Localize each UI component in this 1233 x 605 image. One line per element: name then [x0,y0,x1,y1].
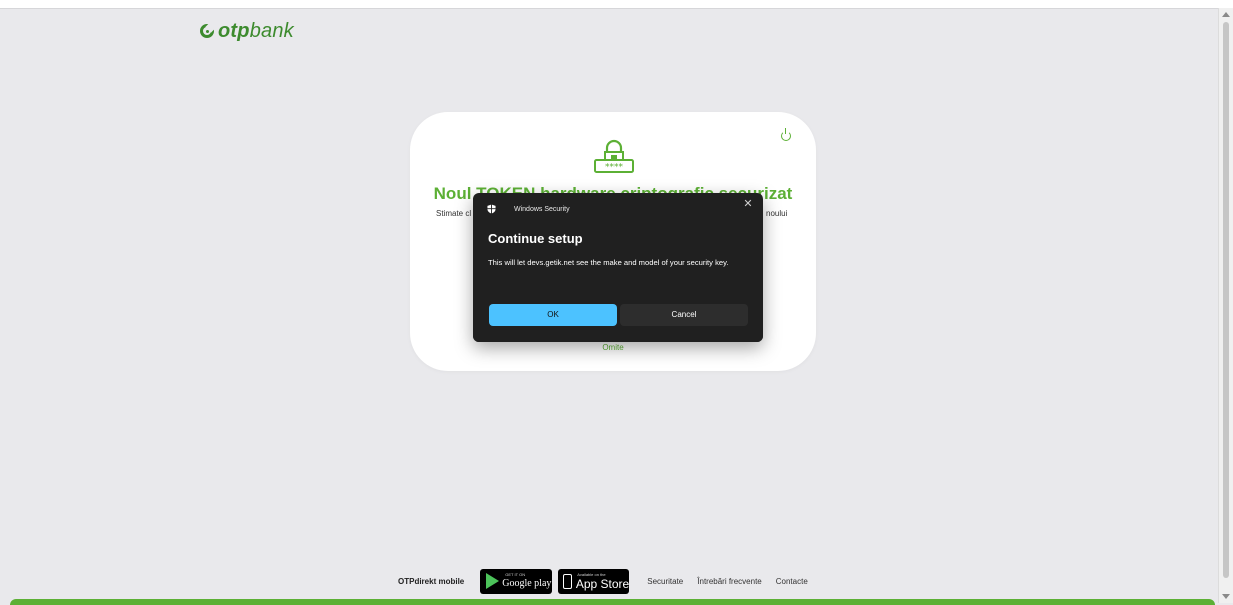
google-play-icon [486,573,500,589]
lock-password-icon: **** [594,139,634,173]
google-play-text: Google play [502,578,552,589]
windows-security-dialog: Windows Security ✕ Continue setup This w… [473,193,763,342]
svg-text:****: **** [605,163,624,173]
footer-link-securitate[interactable]: Securitate [647,577,683,586]
google-play-badge[interactable]: GET IT ON Google play [480,568,553,594]
app-store-small-text: Available on the [577,571,606,577]
logo-text: otpbank [218,19,294,42]
power-icon[interactable] [781,128,791,141]
scroll-down-arrow-icon[interactable] [1222,594,1230,599]
app-store-text: App Store [575,577,630,591]
ok-button[interactable]: OK [489,304,617,326]
page-scrollbar[interactable] [1218,8,1233,603]
dialog-title: Continue setup [488,231,583,246]
dialog-app-name: Windows Security [514,206,570,213]
otp-logo-mark-icon [200,24,214,38]
close-icon[interactable]: ✕ [742,198,754,210]
otpdirekt-mobile-label: OTPdirekt mobile [398,576,465,586]
google-play-small-text: GET IT ON [505,571,526,577]
shield-icon [487,204,496,214]
otpbank-logo[interactable]: otpbank [200,19,294,43]
card-description-right: noului [766,209,788,218]
app-store-badge[interactable]: Available on the App Store [558,568,630,594]
footer-link-intrebari-frecvente[interactable]: Întrebări frecvente [697,577,761,586]
card-description-left: Stimate cl [436,209,472,218]
skip-link[interactable]: Omite [410,343,816,352]
footer-bar: OTPdirekt mobile GET IT ON Google play A… [398,568,822,594]
footer-link-contacte[interactable]: Contacte [776,577,808,586]
cancel-button[interactable]: Cancel [620,304,748,326]
browser-top-edge [0,0,1233,9]
scroll-up-arrow-icon[interactable] [1222,12,1230,17]
bottom-green-bar [10,599,1215,605]
scroll-thumb[interactable] [1223,22,1229,578]
dialog-message: This will let devs.getik.net see the mak… [488,258,729,267]
phone-icon [563,573,572,589]
